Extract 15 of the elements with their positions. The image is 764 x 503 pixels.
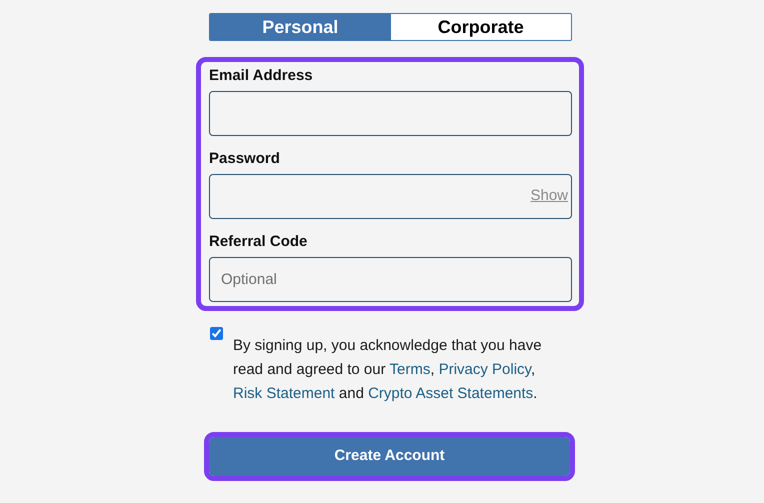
create-account-button[interactable]: Create Account xyxy=(209,437,570,476)
account-type-tab[interactable]: Personal xyxy=(210,14,390,40)
field-label: Email Address xyxy=(209,66,314,86)
consent-checkbox[interactable] xyxy=(210,327,223,340)
password-field[interactable] xyxy=(209,174,572,219)
policy-link[interactable]: Crypto Asset Statements xyxy=(368,385,534,402)
policy-link[interactable]: Terms xyxy=(390,361,430,378)
field-label: Password xyxy=(209,149,281,169)
policy-link[interactable]: Risk Statement xyxy=(233,385,335,402)
consent-text: By signing up, you acknowledge that you have read and agreed to our Terms, Privacy Policy, Risk Statement and Crypto Asset Statements. xyxy=(233,336,543,404)
input-field[interactable] xyxy=(209,91,572,136)
policy-link[interactable]: Privacy Policy xyxy=(438,361,531,378)
field-label: Referral Code xyxy=(209,232,308,252)
input-field[interactable]: Optional xyxy=(209,257,572,302)
account-type-tab[interactable]: Corporate xyxy=(390,14,571,40)
